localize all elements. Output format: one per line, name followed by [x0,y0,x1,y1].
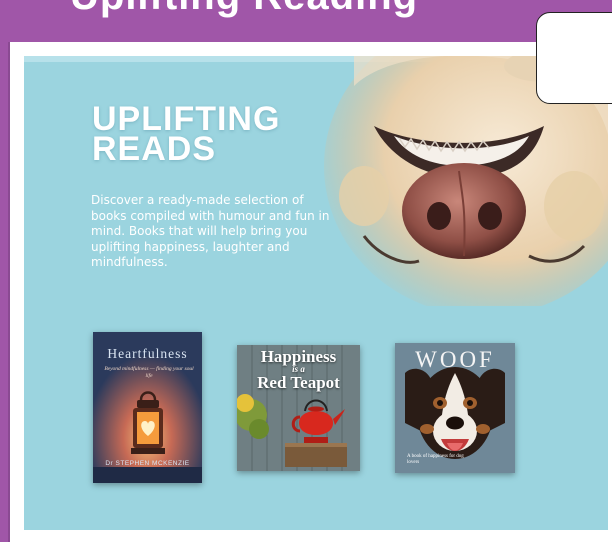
book-subtitle: A book of happiness for dog lovers [407,454,464,465]
book-title-line-2: Red Teapot [257,373,340,392]
book-title: Happiness is a Red Teapot [237,348,360,391]
top-heading: Uplifting Reading [70,0,418,19]
banner-description: Discover a ready-made selection of books… [91,193,330,269]
book-title: Heartfulness [107,346,188,361]
book-title: WOOF [415,347,495,372]
book-author: Dr STEPHEN MCKENZIE [105,460,190,467]
book-cover-happiness-is-a-red-teapot[interactable]: Happiness is a Red Teapot [237,345,360,471]
panel-right-edge [608,42,612,542]
book-title-line-1: Happiness [260,347,337,366]
headline-line-2: READS [92,130,217,168]
book-cover-woof[interactable]: WOOF A book of happiness for dog lovers [395,343,515,473]
book-cover-heartfulness[interactable]: Heartfulness Beyond mindfulness — findin… [93,332,202,483]
book-subtitle: Beyond mindfulness — finding your soul l… [104,366,194,379]
top-header: Uplifting Reading [0,0,612,42]
panel-left-border [8,42,10,542]
banner-headline: UPLIFTING READS [92,102,280,168]
callout-box [536,12,612,104]
uplifting-reads-banner[interactable]: UPLIFTING READS Discover a ready-made se… [24,56,612,530]
